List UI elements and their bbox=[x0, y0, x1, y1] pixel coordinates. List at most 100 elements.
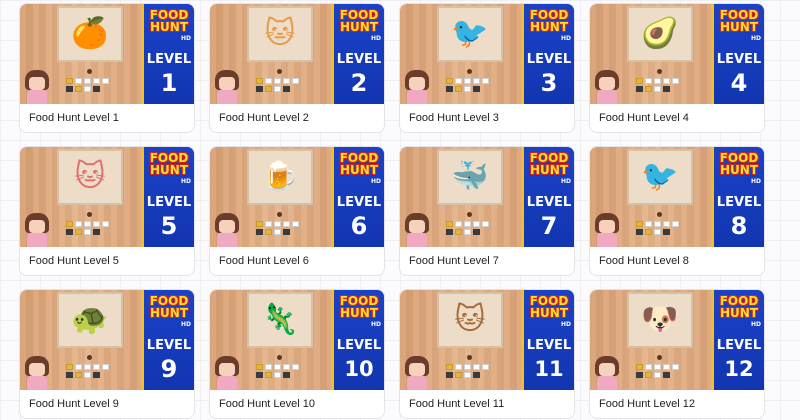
hd-badge: HD bbox=[370, 35, 381, 42]
game-card-level-8[interactable]: 🐦 FOOD HUNT HD LEVEL 8 Food Hunt Level 8 bbox=[589, 146, 765, 276]
food-hunt-logo: FOOD HUNT bbox=[149, 151, 189, 177]
mascot-girl-icon bbox=[592, 356, 622, 390]
brand-panel: FOOD HUNT HD LEVEL 2 bbox=[331, 4, 384, 104]
level-number: 5 bbox=[160, 212, 178, 240]
level-number: 12 bbox=[724, 357, 754, 381]
pixel-board: 🐦 bbox=[437, 6, 503, 62]
pixel-board: 🐳 bbox=[437, 149, 503, 205]
game-title[interactable]: Food Hunt Level 12 bbox=[599, 398, 695, 410]
game-card-level-6[interactable]: 🍺 FOOD HUNT HD LEVEL 6 Food Hunt Level 6 bbox=[209, 146, 385, 276]
game-title[interactable]: Food Hunt Level 1 bbox=[29, 112, 119, 124]
food-hunt-logo: FOOD HUNT bbox=[339, 8, 379, 34]
hd-badge: HD bbox=[180, 178, 191, 185]
board-peg bbox=[87, 69, 92, 74]
brand-panel: FOOD HUNT HD LEVEL 8 bbox=[711, 147, 764, 247]
level-word: LEVEL bbox=[146, 52, 192, 67]
pixel-art-icon: 🥑 bbox=[641, 16, 679, 51]
pixel-art-icon: 🐱 bbox=[74, 159, 106, 194]
game-thumbnail: 🐢 FOOD HUNT HD LEVEL 9 bbox=[20, 290, 194, 390]
game-card-level-10[interactable]: 🦎 FOOD HUNT HD LEVEL 10 Food Hunt Level 1… bbox=[209, 289, 385, 419]
food-hunt-logo: FOOD HUNT bbox=[719, 8, 759, 34]
food-hunt-logo: FOOD HUNT bbox=[339, 151, 379, 177]
hd-badge: HD bbox=[370, 321, 381, 328]
game-thumbnail: 🐱 FOOD HUNT HD LEVEL 5 bbox=[20, 147, 194, 247]
tile-tray bbox=[636, 364, 686, 378]
pixel-board: 🥑 bbox=[627, 6, 693, 62]
game-card-level-2[interactable]: 🐱 FOOD HUNT HD LEVEL 2 Food Hunt Level 2 bbox=[209, 3, 385, 133]
brand-panel: FOOD HUNT HD LEVEL 12 bbox=[711, 290, 764, 390]
tile-tray bbox=[66, 78, 116, 92]
pixel-art-icon: 🍊 bbox=[71, 16, 109, 51]
tile-tray bbox=[636, 221, 686, 235]
tile-tray bbox=[446, 78, 496, 92]
game-title[interactable]: Food Hunt Level 10 bbox=[219, 398, 315, 410]
game-title[interactable]: Food Hunt Level 5 bbox=[29, 255, 119, 267]
pixel-art-icon: 🐦 bbox=[641, 159, 679, 194]
game-thumbnail: 🐦 FOOD HUNT HD LEVEL 8 bbox=[590, 147, 764, 247]
level-word: LEVEL bbox=[526, 195, 572, 210]
game-title[interactable]: Food Hunt Level 8 bbox=[599, 255, 689, 267]
tile-tray bbox=[256, 364, 306, 378]
pixel-board: 🐱 bbox=[57, 149, 123, 205]
pixel-art-icon: 🦎 bbox=[261, 302, 299, 337]
game-title[interactable]: Food Hunt Level 6 bbox=[219, 255, 309, 267]
game-thumbnail: 🐦 FOOD HUNT HD LEVEL 3 bbox=[400, 4, 574, 104]
food-hunt-logo: FOOD HUNT bbox=[529, 294, 569, 320]
mascot-girl-icon bbox=[22, 70, 52, 104]
food-hunt-logo: FOOD HUNT bbox=[339, 294, 379, 320]
pixel-art-icon: 🐢 bbox=[71, 302, 109, 337]
game-card-level-9[interactable]: 🐢 FOOD HUNT HD LEVEL 9 Food Hunt Level 9 bbox=[19, 289, 195, 419]
mascot-girl-icon bbox=[212, 356, 242, 390]
level-word: LEVEL bbox=[146, 338, 192, 353]
board-peg bbox=[277, 212, 282, 217]
game-title[interactable]: Food Hunt Level 7 bbox=[409, 255, 499, 267]
brand-panel: FOOD HUNT HD LEVEL 1 bbox=[141, 4, 194, 104]
board-peg bbox=[87, 355, 92, 360]
level-word: LEVEL bbox=[526, 52, 572, 67]
tile-tray bbox=[66, 221, 116, 235]
hd-badge: HD bbox=[560, 35, 571, 42]
game-card-level-12[interactable]: 🐶 FOOD HUNT HD LEVEL 12 Food Hunt Level 1… bbox=[589, 289, 765, 419]
brand-panel: FOOD HUNT HD LEVEL 5 bbox=[141, 147, 194, 247]
game-title[interactable]: Food Hunt Level 9 bbox=[29, 398, 119, 410]
game-title[interactable]: Food Hunt Level 11 bbox=[409, 398, 504, 410]
level-word: LEVEL bbox=[716, 338, 762, 353]
food-hunt-logo: FOOD HUNT bbox=[149, 8, 189, 34]
level-number: 3 bbox=[540, 69, 558, 97]
mascot-girl-icon bbox=[22, 213, 52, 247]
hd-badge: HD bbox=[750, 178, 761, 185]
game-thumbnail: 🐳 FOOD HUNT HD LEVEL 7 bbox=[400, 147, 574, 247]
hd-badge: HD bbox=[180, 321, 191, 328]
brand-panel: FOOD HUNT HD LEVEL 6 bbox=[331, 147, 384, 247]
level-number: 10 bbox=[344, 357, 374, 381]
pixel-board: 🍊 bbox=[57, 6, 123, 62]
game-card-level-1[interactable]: 🍊 FOOD HUNT HD LEVEL 1 Food Hunt Level 1 bbox=[19, 3, 195, 133]
mascot-girl-icon bbox=[212, 70, 242, 104]
game-title[interactable]: Food Hunt Level 4 bbox=[599, 112, 689, 124]
game-card-level-3[interactable]: 🐦 FOOD HUNT HD LEVEL 3 Food Hunt Level 3 bbox=[399, 3, 575, 133]
game-card-level-7[interactable]: 🐳 FOOD HUNT HD LEVEL 7 Food Hunt Level 7 bbox=[399, 146, 575, 276]
hd-badge: HD bbox=[560, 321, 571, 328]
food-hunt-logo: FOOD HUNT bbox=[719, 151, 759, 177]
game-card-level-4[interactable]: 🥑 FOOD HUNT HD LEVEL 4 Food Hunt Level 4 bbox=[589, 3, 765, 133]
pixel-board: 🐦 bbox=[627, 149, 693, 205]
tile-tray bbox=[636, 78, 686, 92]
game-thumbnail: 🦎 FOOD HUNT HD LEVEL 10 bbox=[210, 290, 384, 390]
tile-tray bbox=[446, 221, 496, 235]
pixel-board: 🐶 bbox=[627, 292, 693, 348]
pixel-art-icon: 🐦 bbox=[451, 16, 489, 51]
brand-panel: FOOD HUNT HD LEVEL 7 bbox=[521, 147, 574, 247]
game-card-level-5[interactable]: 🐱 FOOD HUNT HD LEVEL 5 Food Hunt Level 5 bbox=[19, 146, 195, 276]
board-peg bbox=[467, 355, 472, 360]
tile-tray bbox=[256, 221, 306, 235]
game-title[interactable]: Food Hunt Level 3 bbox=[409, 112, 499, 124]
pixel-board: 🦎 bbox=[247, 292, 313, 348]
game-title[interactable]: Food Hunt Level 2 bbox=[219, 112, 309, 124]
pixel-art-icon: 🐱 bbox=[264, 16, 296, 51]
pixel-art-icon: 🍺 bbox=[261, 159, 299, 194]
game-card-level-11[interactable]: 🐱 FOOD HUNT HD LEVEL 11 Food Hunt Level 1… bbox=[399, 289, 575, 419]
game-grid: 🍊 FOODHUNT HD LEVEL 1 Food Hunt Level 1 bbox=[19, 3, 780, 419]
pixel-art-icon: 🐳 bbox=[451, 159, 489, 194]
level-number: 4 bbox=[730, 69, 748, 97]
board-peg bbox=[277, 69, 282, 74]
